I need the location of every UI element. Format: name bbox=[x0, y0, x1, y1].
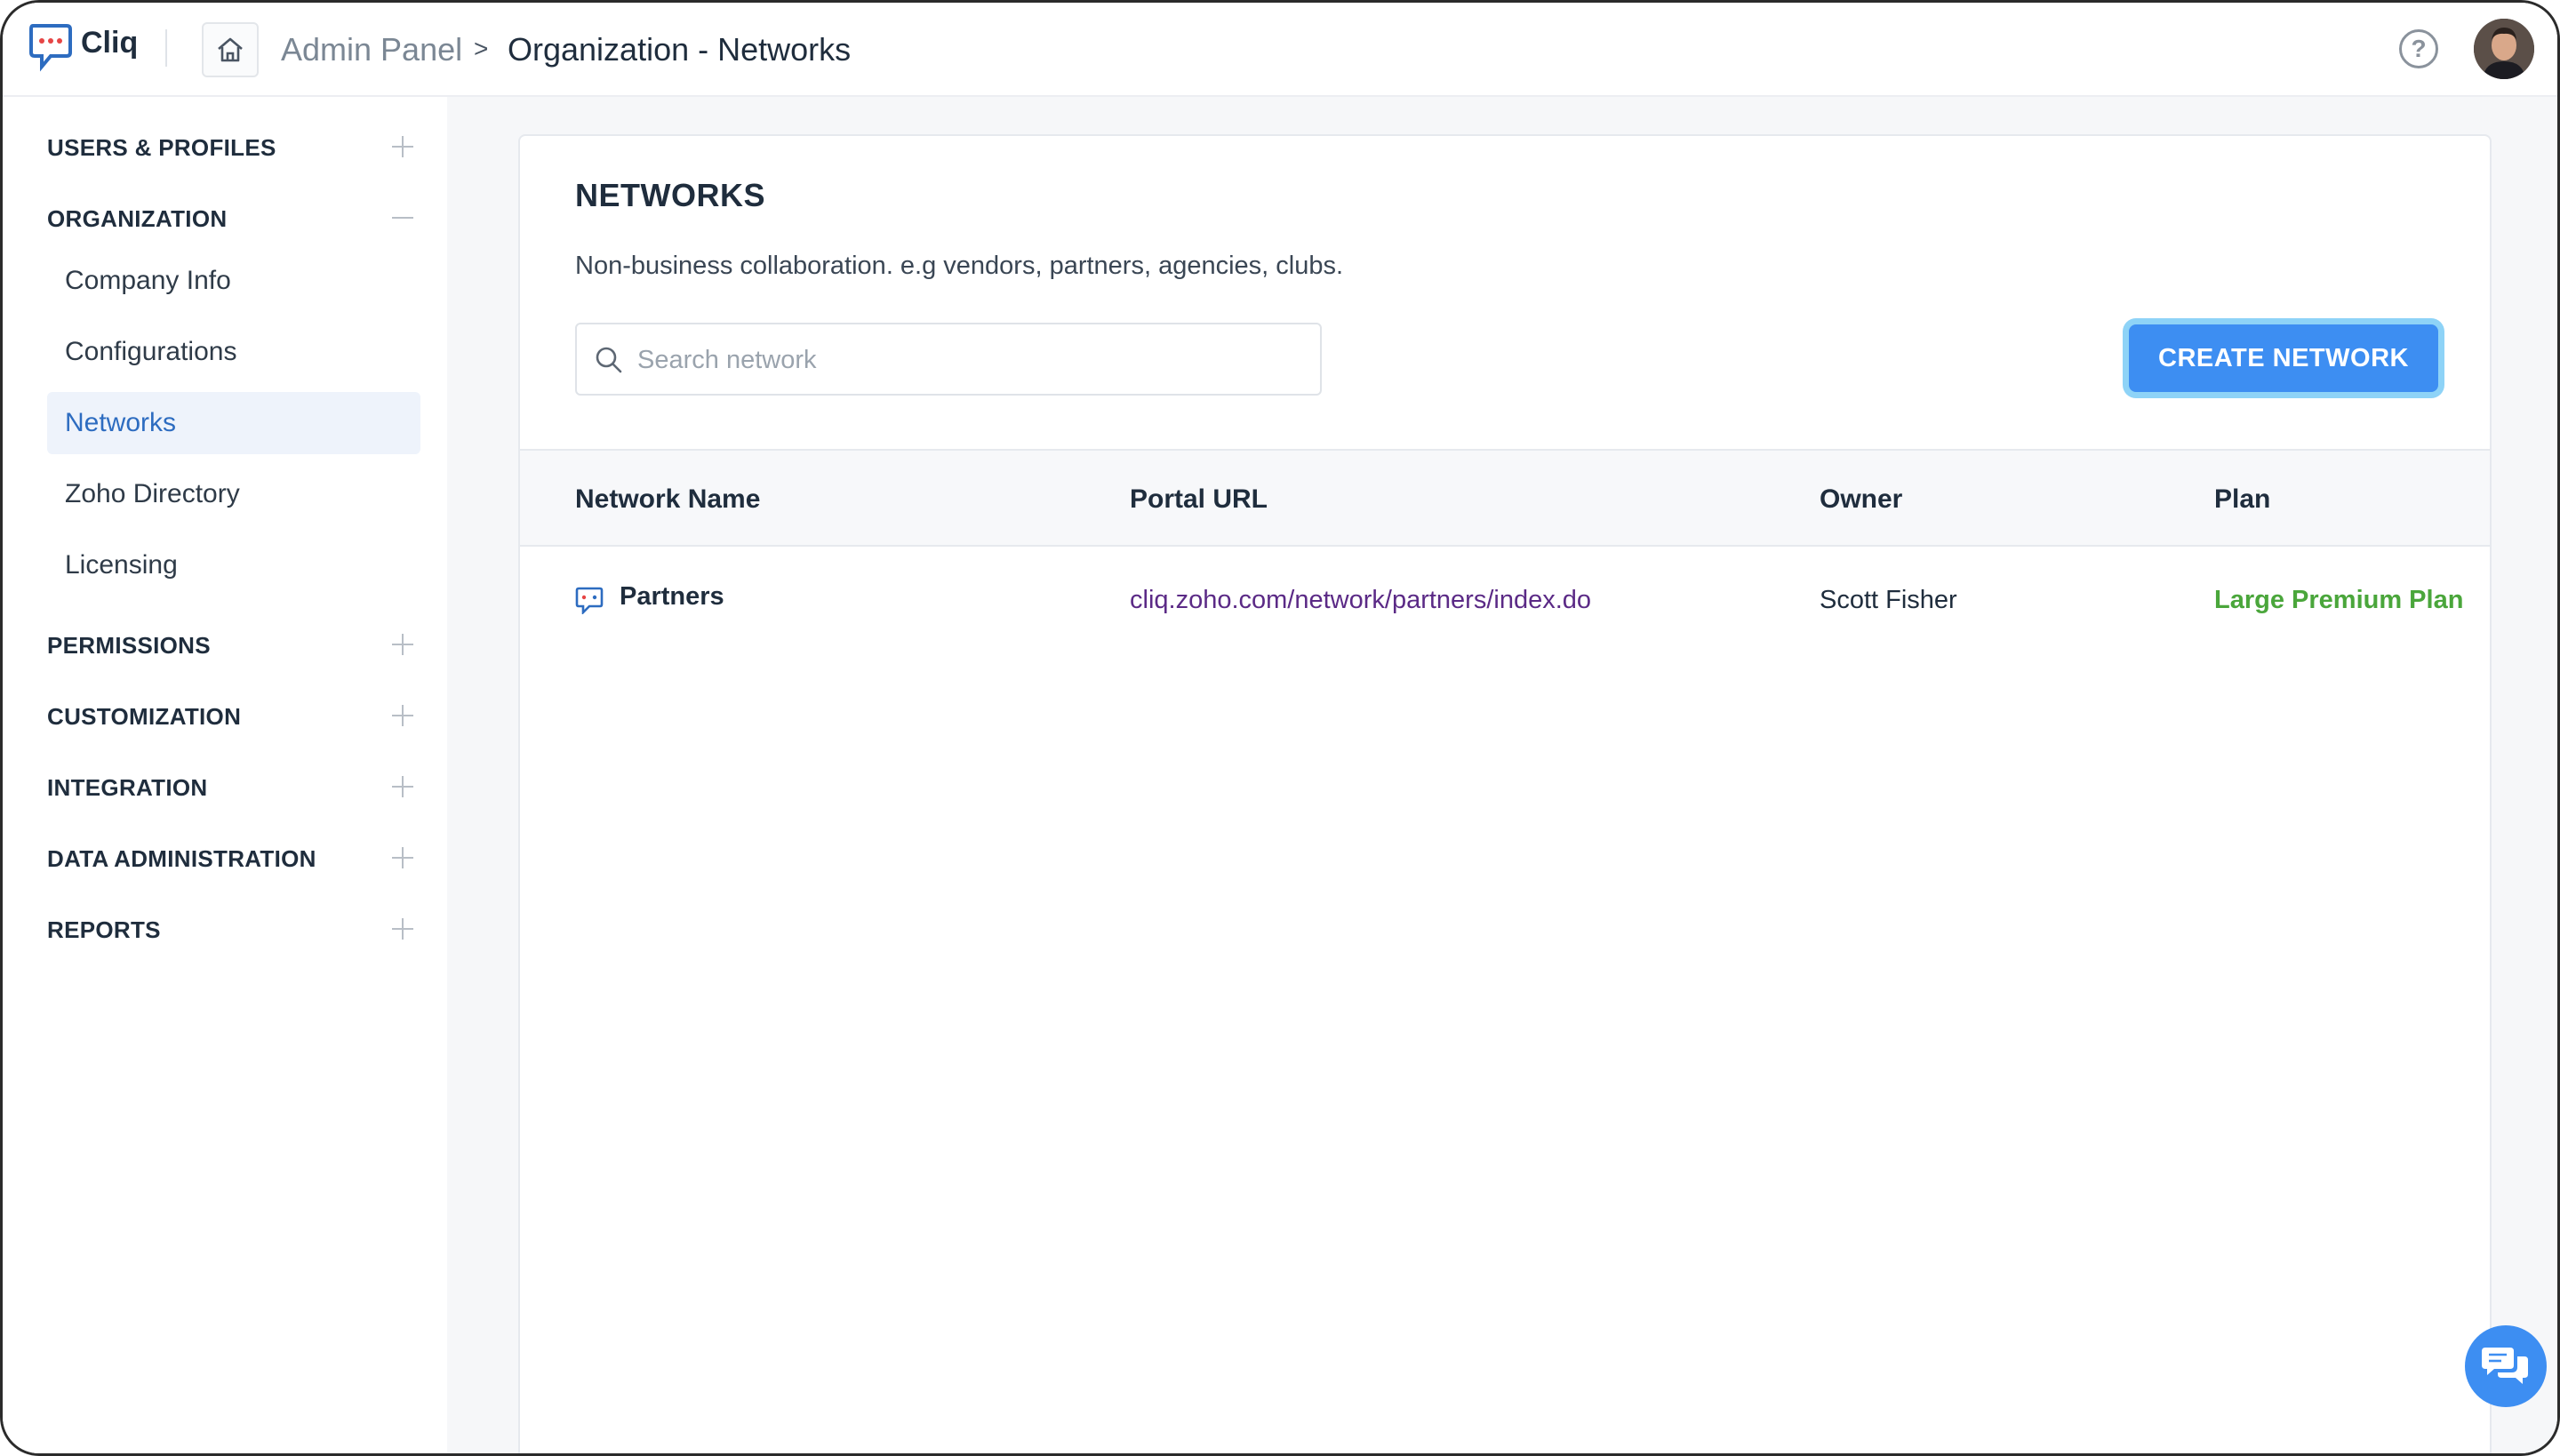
sidebar-item-company-info[interactable]: Company Info bbox=[47, 250, 420, 312]
avatar[interactable] bbox=[2474, 19, 2534, 79]
network-name[interactable]: Partners bbox=[620, 582, 724, 612]
table-row[interactable]: Partners cliq.zoho.com/network/partners/… bbox=[520, 547, 2490, 662]
create-network-button[interactable]: CREATE NETWORK bbox=[2129, 324, 2438, 392]
sidebar-section-customization[interactable]: CUSTOMIZATION bbox=[47, 703, 241, 731]
expand-plus-icon[interactable] bbox=[390, 134, 415, 159]
portal-url-link[interactable]: cliq.zoho.com/network/partners/index.do bbox=[1130, 586, 1591, 615]
section-title: NETWORKS bbox=[575, 177, 765, 213]
chat-support-button[interactable] bbox=[2465, 1325, 2547, 1407]
table-header: Network Name Portal URL Owner Plan bbox=[520, 449, 2490, 547]
sidebar-section-users-profiles[interactable]: USERS & PROFILES bbox=[47, 134, 276, 162]
sidebar-item-configurations[interactable]: Configurations bbox=[47, 321, 420, 383]
sidebar-section-data-administration[interactable]: DATA ADMINISTRATION bbox=[47, 845, 316, 873]
sidebar-section-integration[interactable]: INTEGRATION bbox=[47, 774, 207, 802]
header-divider bbox=[165, 29, 167, 67]
search-box[interactable] bbox=[575, 323, 1322, 396]
search-input[interactable] bbox=[637, 333, 1304, 387]
app-window: Cliq Admin Panel > Organization - Networ… bbox=[0, 0, 2560, 1456]
cliq-logo-icon[interactable] bbox=[28, 22, 74, 72]
network-chat-icon bbox=[575, 587, 604, 614]
breadcrumb-separator: > bbox=[474, 35, 489, 62]
network-plan: Large Premium Plan bbox=[2214, 586, 2464, 614]
expand-plus-icon[interactable] bbox=[390, 845, 415, 870]
brand-name: Cliq bbox=[81, 26, 139, 60]
expand-plus-icon[interactable] bbox=[390, 916, 415, 941]
collapse-minus-icon[interactable] bbox=[390, 205, 415, 230]
expand-plus-icon[interactable] bbox=[390, 774, 415, 799]
sidebar-item-licensing[interactable]: Licensing bbox=[47, 534, 420, 596]
column-header-plan[interactable]: Plan bbox=[2214, 484, 2270, 515]
sidebar-item-zoho-directory[interactable]: Zoho Directory bbox=[47, 463, 420, 525]
networks-panel: NETWORKS Non-business collaboration. e.g… bbox=[518, 134, 2492, 1453]
breadcrumb-admin-panel[interactable]: Admin Panel bbox=[281, 31, 462, 68]
column-header-owner[interactable]: Owner bbox=[1820, 484, 1902, 515]
sidebar-section-reports[interactable]: REPORTS bbox=[47, 916, 161, 944]
network-owner: Scott Fisher bbox=[1820, 586, 1957, 614]
top-bar: Cliq Admin Panel > Organization - Networ… bbox=[3, 3, 2557, 97]
column-header-network-name[interactable]: Network Name bbox=[575, 484, 760, 515]
help-icon[interactable]: ? bbox=[2399, 29, 2438, 68]
expand-plus-icon[interactable] bbox=[390, 703, 415, 728]
page-title: Organization - Networks bbox=[508, 31, 852, 68]
home-button[interactable] bbox=[202, 22, 259, 77]
chat-bubbles-icon bbox=[2482, 1348, 2528, 1384]
column-header-portal-url[interactable]: Portal URL bbox=[1130, 484, 1268, 515]
search-icon bbox=[596, 347, 622, 373]
sidebar-section-organization[interactable]: ORGANIZATION bbox=[47, 205, 227, 233]
sidebar: USERS & PROFILES ORGANIZATION Company In… bbox=[3, 97, 447, 1453]
home-icon bbox=[218, 37, 243, 62]
sidebar-item-networks[interactable]: Networks bbox=[47, 392, 420, 454]
section-description: Non-business collaboration. e.g vendors,… bbox=[575, 252, 1344, 280]
sidebar-section-permissions[interactable]: PERMISSIONS bbox=[47, 632, 211, 660]
avatar-photo bbox=[2474, 19, 2534, 79]
expand-plus-icon[interactable] bbox=[390, 632, 415, 657]
